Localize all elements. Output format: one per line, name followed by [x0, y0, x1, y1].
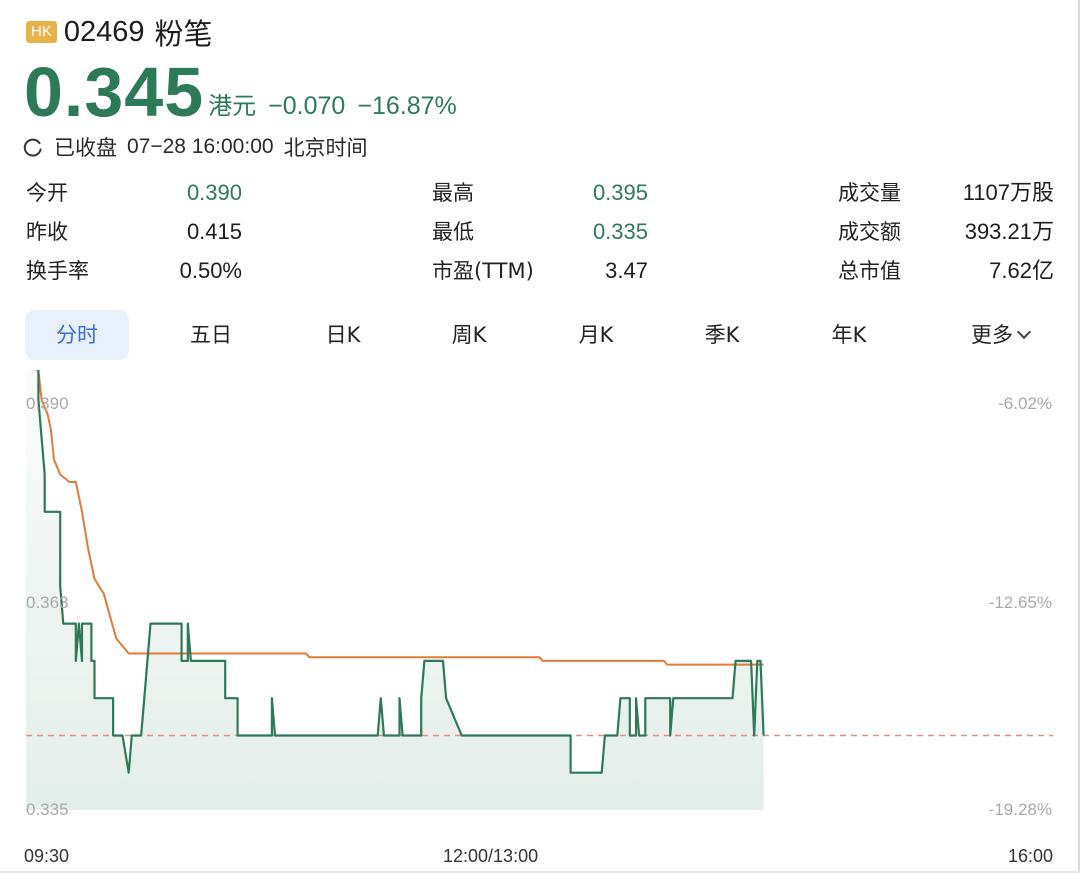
stat-high: 最高 0.395	[432, 176, 648, 210]
stat-label: 最高	[432, 181, 474, 205]
currency-unit: 港元	[208, 92, 257, 120]
period-tabs: 分时 五日 日K 周K 月K 季K 年K 更多	[25, 310, 1055, 360]
stat-value: 7.62亿	[989, 258, 1054, 283]
stats-grid: 今开 0.390 最高 0.395 成交量 1107万股 昨收 0.415 最低…	[0, 176, 1080, 294]
x-label-midday: 12:00/13:00	[443, 846, 539, 866]
tab-more-label: 更多	[971, 323, 1013, 347]
chevron-down-icon	[1016, 324, 1032, 340]
price-row: 0.345 港元 −0.070 −16.87%	[24, 55, 457, 127]
tab-five-day[interactable]: 五日	[159, 310, 263, 360]
stock-code: 02469	[63, 15, 145, 48]
stat-prev-close: 昨收 0.415	[26, 215, 242, 249]
stat-label: 成交额	[838, 220, 901, 244]
market-badge: HK	[26, 21, 57, 43]
stat-pe-ttm: 市盈(TTM) 3.47	[432, 254, 648, 288]
current-price: 0.345	[24, 53, 205, 131]
stat-volume: 成交量 1107万股	[838, 176, 1054, 210]
price-change-percent: −16.87%	[357, 92, 457, 120]
x-label-close: 16:00	[1007, 846, 1053, 866]
stat-label: 今开	[26, 181, 68, 205]
stock-name: 粉笔	[154, 17, 213, 51]
stat-label: 最低	[432, 220, 474, 244]
chart-canvas	[26, 370, 1053, 810]
stock-header: HK 02469 粉笔	[26, 14, 213, 51]
timezone: 北京时间	[283, 137, 368, 160]
y-left-label-bottom: 0.335	[26, 800, 69, 819]
stat-value: 0.395	[592, 180, 648, 205]
stat-value: 0.390	[186, 180, 242, 205]
market-state: 已收盘	[54, 137, 117, 160]
tab-yearly-k[interactable]: 年K	[797, 310, 901, 360]
clock-icon	[23, 138, 42, 157]
price-area-fill	[26, 370, 764, 810]
y-left-label-top: 0.390	[26, 394, 69, 413]
stat-label: 总市值	[838, 259, 901, 283]
stat-value: 3.47	[605, 258, 648, 283]
tab-quarterly-k[interactable]: 季K	[670, 310, 774, 360]
tab-intraday[interactable]: 分时	[25, 310, 129, 360]
stat-open: 今开 0.390	[26, 176, 242, 210]
close-datetime: 07−28 16:00:00	[127, 135, 274, 158]
tab-daily-k[interactable]: 日K	[291, 310, 395, 360]
intraday-chart[interactable]: 0.390 0.363 0.335 -6.02% -12.65% -19.28%…	[0, 370, 1080, 873]
price-change: −0.070	[268, 92, 346, 120]
market-status: 已收盘 07−28 16:00:00 北京时间	[23, 133, 378, 161]
stat-value: 0.415	[186, 219, 242, 244]
stat-low: 最低 0.335	[432, 215, 648, 249]
tab-weekly-k[interactable]: 周K	[417, 310, 521, 360]
stat-value: 393.21万	[964, 219, 1054, 244]
y-right-label-mid: -12.65%	[988, 593, 1052, 612]
stat-value: 1107万股	[962, 180, 1054, 205]
x-label-open: 09:30	[24, 846, 70, 866]
tab-monthly-k[interactable]: 月K	[544, 310, 648, 360]
average-price-line	[34, 370, 764, 666]
tab-more[interactable]: 更多	[945, 310, 1055, 360]
stat-value: 0.335	[592, 219, 648, 244]
stat-turnover-rate: 换手率 0.50%	[26, 254, 242, 288]
y-right-label-bottom: -19.28%	[988, 800, 1052, 819]
stat-label: 换手率	[26, 259, 89, 283]
y-right-label-top: -6.02%	[998, 394, 1052, 413]
stat-turnover: 成交额 393.21万	[838, 215, 1054, 249]
stat-label: 成交量	[838, 181, 901, 205]
stat-label: 市盈(TTM)	[432, 259, 534, 283]
stat-label: 昨收	[26, 220, 68, 244]
stat-market-cap: 总市值 7.62亿	[838, 254, 1054, 288]
stat-value: 0.50%	[179, 258, 242, 283]
y-left-label-mid: 0.363	[26, 593, 69, 612]
